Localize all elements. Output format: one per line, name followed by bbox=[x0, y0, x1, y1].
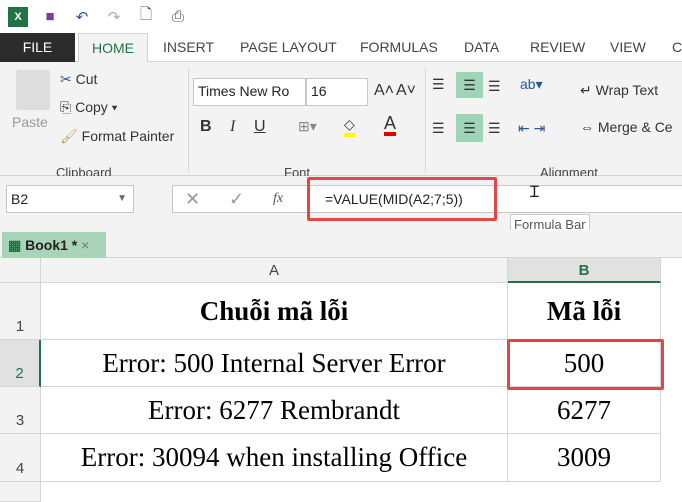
save-icon[interactable]: ■ bbox=[40, 7, 60, 27]
wrap-text-button[interactable]: ↵ Wrap Text bbox=[580, 82, 658, 99]
font-size-dropdown[interactable]: 16 bbox=[306, 78, 368, 106]
cut-label: Cut bbox=[75, 71, 98, 87]
excel-file-icon: ▦ bbox=[8, 237, 22, 253]
format-painter-button[interactable]: 🖌 Format Painter bbox=[60, 128, 174, 145]
fill-color-icon[interactable]: ◇ bbox=[344, 116, 355, 137]
orientation-icon[interactable]: ab▾ bbox=[520, 76, 543, 93]
tab-data[interactable]: DATA bbox=[464, 33, 499, 62]
tab-home[interactable]: HOME bbox=[78, 33, 148, 63]
quick-access-toolbar: X ■ ↶ ↷ 🗋 ⎙ bbox=[0, 0, 682, 33]
excel-logo-icon: X bbox=[8, 6, 28, 27]
underline-button[interactable]: U bbox=[254, 118, 266, 136]
selected-cell-highlight bbox=[507, 339, 664, 390]
undo-icon[interactable]: ↶ bbox=[72, 7, 92, 27]
formula-highlight bbox=[307, 177, 497, 221]
cell-a3[interactable]: Error: 6277 Rembrandt bbox=[41, 387, 508, 434]
merge-label: Merge & Ce bbox=[597, 119, 673, 135]
paste-button[interactable]: Paste bbox=[12, 114, 48, 130]
cell-a2[interactable]: Error: 500 Internal Server Error bbox=[41, 340, 508, 387]
enter-icon[interactable]: ✓ bbox=[229, 186, 244, 212]
bold-button[interactable]: B bbox=[200, 118, 212, 136]
ribbon: Paste ✂ Cut ⎘ Copy ▾ 🖌 Format Painter Cl… bbox=[0, 62, 682, 180]
print-preview-icon[interactable]: 🗋 bbox=[136, 6, 156, 27]
merge-icon: ⇔ bbox=[580, 119, 594, 135]
cut-button[interactable]: ✂ Cut bbox=[60, 71, 97, 88]
row-header[interactable]: 2 bbox=[0, 340, 41, 387]
wrap-text-label: Wrap Text bbox=[595, 82, 659, 98]
chevron-down-icon: ▼ bbox=[117, 193, 127, 204]
borders-icon[interactable]: ⊞▾ bbox=[298, 118, 317, 135]
increase-font-icon[interactable]: A˄ bbox=[374, 82, 394, 100]
scissors-icon: ✂ bbox=[60, 71, 72, 87]
tab-more[interactable]: C bbox=[672, 33, 682, 62]
merge-center-button[interactable]: ⇔ Merge & Ce bbox=[580, 119, 673, 135]
align-center-icon[interactable]: ☰ bbox=[456, 114, 483, 142]
cell-b3[interactable]: 6277 bbox=[508, 387, 661, 434]
brush-icon: 🖌 bbox=[60, 128, 78, 144]
align-bottom-icon[interactable]: ☰ bbox=[488, 78, 501, 95]
text-cursor-icon: Ɪ bbox=[530, 184, 539, 201]
redo-icon[interactable]: ↷ bbox=[104, 7, 124, 27]
align-middle-icon[interactable]: ☰ bbox=[456, 72, 483, 98]
paste-icon bbox=[16, 70, 50, 110]
close-icon[interactable]: × bbox=[81, 237, 89, 253]
copy-label: Copy bbox=[75, 99, 108, 115]
tab-view[interactable]: VIEW bbox=[610, 33, 646, 62]
tab-review[interactable]: REVIEW bbox=[530, 33, 585, 62]
wrap-text-icon: ↵ bbox=[580, 82, 592, 98]
workbook-tab[interactable]: ▦ Book1 * × bbox=[2, 232, 106, 258]
cell-a1[interactable]: Chuỗi mã lỗi bbox=[41, 283, 508, 340]
ribbon-tabs: FILE HOME INSERT PAGE LAYOUT FORMULAS DA… bbox=[0, 33, 682, 63]
name-box-value: B2 bbox=[11, 191, 29, 207]
tab-formulas[interactable]: FORMULAS bbox=[360, 33, 438, 62]
align-top-icon[interactable]: ☰ bbox=[432, 76, 445, 93]
cell-b1[interactable]: Mã lỗi bbox=[508, 283, 661, 340]
align-left-icon[interactable]: ☰ bbox=[432, 120, 445, 137]
cancel-icon[interactable]: ✕ bbox=[185, 186, 200, 212]
copy-icon: ⎘ bbox=[60, 99, 72, 115]
row-header[interactable] bbox=[0, 482, 41, 502]
tab-file[interactable]: FILE bbox=[0, 33, 75, 62]
workbook-tab-label: Book1 * bbox=[25, 237, 78, 253]
tab-insert[interactable]: INSERT bbox=[163, 33, 214, 62]
font-name-dropdown[interactable]: Times New Ro bbox=[193, 78, 306, 106]
workbook-tab-strip: ▦ Book1 * × bbox=[0, 230, 682, 258]
font-color-button[interactable]: A bbox=[384, 114, 397, 136]
decrease-font-icon[interactable]: A˅ bbox=[396, 82, 416, 100]
divider bbox=[425, 68, 426, 172]
row-header[interactable]: 1 bbox=[0, 283, 41, 340]
align-right-icon[interactable]: ☰ bbox=[488, 120, 501, 137]
row-header[interactable]: 4 bbox=[0, 434, 41, 482]
select-all-corner[interactable] bbox=[0, 258, 41, 283]
divider bbox=[188, 68, 189, 172]
row-header[interactable]: 3 bbox=[0, 387, 41, 434]
insert-function-button[interactable]: fx bbox=[273, 186, 283, 212]
copy-button[interactable]: ⎘ Copy ▾ bbox=[60, 99, 118, 116]
formula-bar-area: B2 ▼ ✕ ✓ fx =VALUE(MID(A2;7;5)) Formula B… bbox=[0, 176, 682, 235]
tab-page-layout[interactable]: PAGE LAYOUT bbox=[240, 33, 337, 62]
column-header-b[interactable]: B bbox=[508, 258, 661, 283]
cell-b4[interactable]: 3009 bbox=[508, 434, 661, 482]
indent-icons[interactable]: ⇤ ⇥ bbox=[518, 120, 545, 137]
column-header-a[interactable]: A bbox=[41, 258, 508, 283]
format-painter-label: Format Painter bbox=[81, 128, 175, 144]
italic-button[interactable]: I bbox=[230, 118, 235, 136]
name-box[interactable]: B2 ▼ bbox=[6, 185, 134, 213]
touch-mode-icon[interactable]: ⎙ bbox=[168, 7, 188, 27]
cell-a4[interactable]: Error: 30094 when installing Office bbox=[41, 434, 508, 482]
